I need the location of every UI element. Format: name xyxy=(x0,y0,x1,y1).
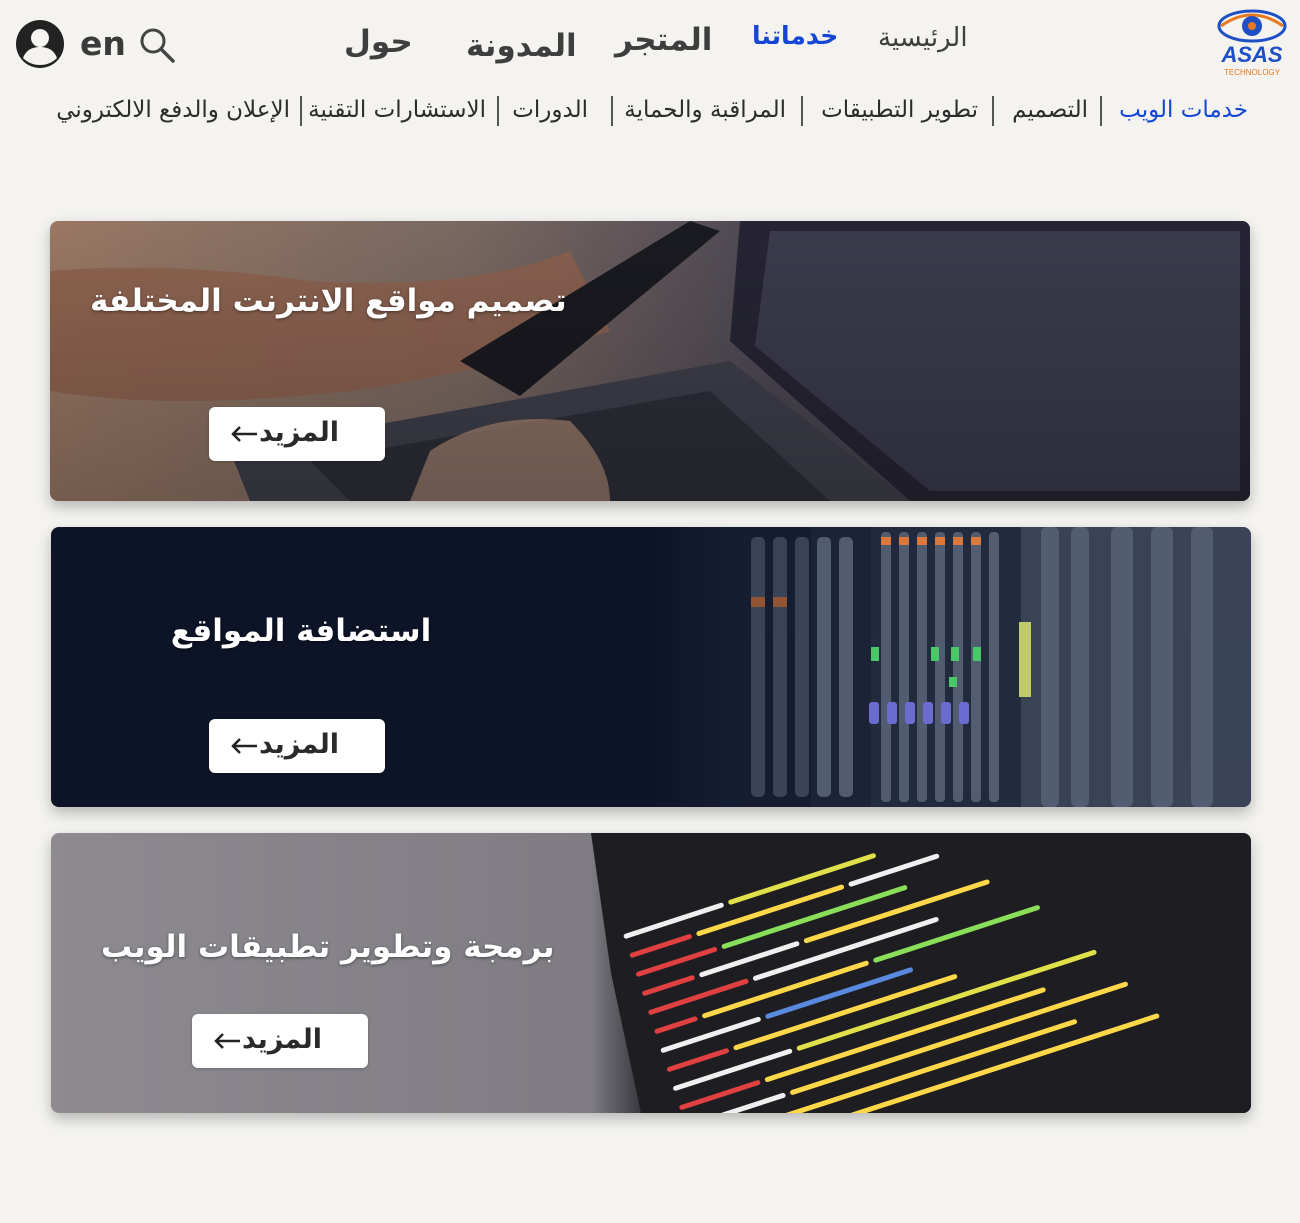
subnav-divider xyxy=(801,96,803,126)
logo-name: ASAS xyxy=(1220,42,1282,67)
subnav-ads-epayment[interactable]: الإعلان والدفع الالكتروني xyxy=(56,92,290,128)
more-button-label: المزيد xyxy=(241,1024,322,1055)
nav-services[interactable]: خدماتنا xyxy=(752,14,838,58)
card-title: تصميم مواقع الانترنت المختلفة xyxy=(90,283,567,319)
nav-home[interactable]: الرئيسية xyxy=(878,16,968,60)
main-nav: حول المدونة المتجر خدماتنا الرئيسية xyxy=(0,14,1300,64)
more-button[interactable]: المزيد xyxy=(209,719,385,773)
service-card-web-apps[interactable]: برمجة وتطوير تطبيقات الويب المزيد xyxy=(51,833,1251,1113)
more-button-label: المزيد xyxy=(258,417,339,448)
arrow-left-icon xyxy=(231,738,257,754)
arrow-left-icon xyxy=(231,426,257,442)
site-header: en حول المدونة المتجر خدماتنا الرئيسية A… xyxy=(0,0,1300,90)
card-title: استضافة المواقع xyxy=(170,613,432,649)
card-title: برمجة وتطوير تطبيقات الويب xyxy=(101,929,555,965)
subnav-divider xyxy=(992,96,994,126)
arrow-left-icon xyxy=(214,1033,240,1049)
subnav-courses[interactable]: الدورات xyxy=(512,92,588,128)
nav-about[interactable]: حول xyxy=(344,20,413,64)
more-button-label: المزيد xyxy=(258,729,339,760)
subnav-design[interactable]: التصميم xyxy=(1012,92,1088,128)
subnav-divider xyxy=(300,96,302,126)
asas-logo[interactable]: ASAS TECHNOLOGY xyxy=(1212,6,1292,78)
more-button[interactable]: المزيد xyxy=(209,407,385,461)
subnav-app-development[interactable]: تطوير التطبيقات xyxy=(821,92,978,128)
subnav-divider xyxy=(497,96,499,126)
more-button[interactable]: المزيد xyxy=(192,1014,368,1068)
code-screen-photo xyxy=(51,833,1251,1113)
services-subnav: خدمات الويب التصميم تطوير التطبيقات المر… xyxy=(0,92,1300,132)
subnav-web-services[interactable]: خدمات الويب xyxy=(1119,92,1248,128)
subnav-monitoring-security[interactable]: المراقبة والحماية xyxy=(624,92,786,128)
service-card-hosting[interactable]: استضافة المواقع المزيد xyxy=(51,527,1251,807)
nav-store[interactable]: المتجر xyxy=(615,18,712,62)
logo-tagline: TECHNOLOGY xyxy=(1224,68,1281,77)
subnav-divider xyxy=(611,96,613,126)
subnav-divider xyxy=(1100,96,1102,126)
service-card-web-design[interactable]: تصميم مواقع الانترنت المختلفة المزيد xyxy=(50,221,1250,501)
subnav-tech-consulting[interactable]: الاستشارات التقنية xyxy=(308,92,486,128)
nav-blog[interactable]: المدونة xyxy=(466,24,577,68)
